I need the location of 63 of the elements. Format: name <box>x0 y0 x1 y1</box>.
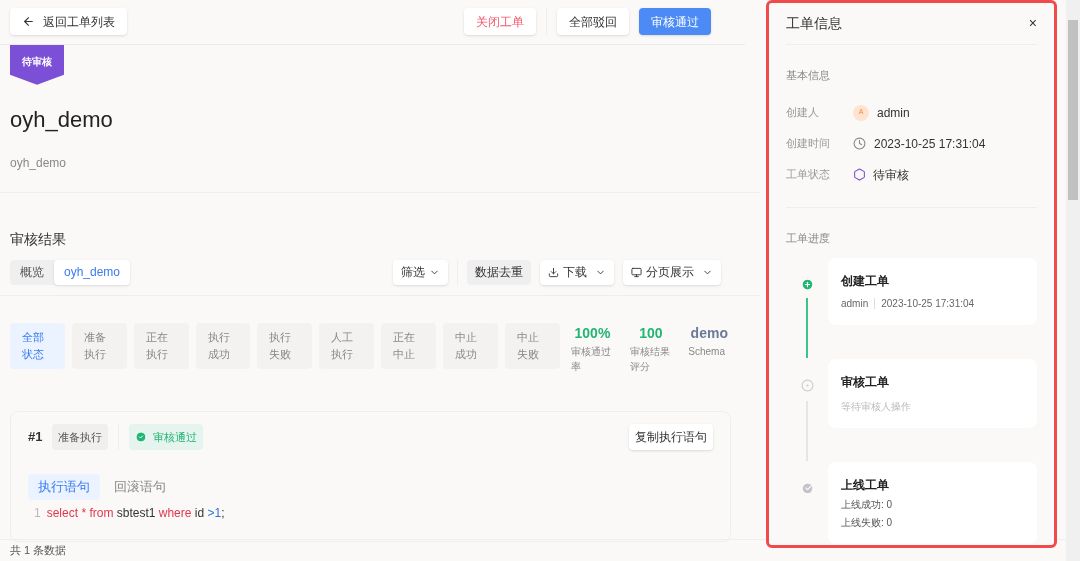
drawer-title: 工单信息 <box>786 14 843 33</box>
action-button[interactable]: 全部驳回 <box>557 8 629 36</box>
page-description: oyh_demo <box>10 154 67 172</box>
step-line: 上线成功: 0 <box>841 498 894 512</box>
line-number: 1 <box>34 504 41 522</box>
download-icon <box>548 266 559 278</box>
field-value: 待审核 <box>873 166 909 184</box>
stat-value: demo <box>690 323 728 343</box>
view-tab[interactable]: oyh_demo <box>54 259 131 285</box>
status-filter[interactable]: 人工执行 <box>319 322 375 369</box>
status-ribbon: 待审核 <box>10 44 64 85</box>
dedupe-button[interactable]: 数据去重 <box>467 259 531 285</box>
clock-icon <box>853 137 866 150</box>
field-label: 创建人 <box>786 105 820 121</box>
sql-tab[interactable]: 执行语句 <box>28 474 100 500</box>
field-label: 工单状态 <box>786 167 831 183</box>
page-title: oyh_demo <box>10 105 113 134</box>
back-arrow-icon <box>22 15 35 29</box>
monitor-icon <box>631 266 642 278</box>
status-filter[interactable]: 中止失败 <box>504 322 560 369</box>
step-line: 上线失败: 0 <box>841 516 894 530</box>
step-title: 创建工单 <box>841 273 890 290</box>
filter-dropdown[interactable]: 筛选 <box>393 259 448 285</box>
stat-value: 100% <box>574 323 611 343</box>
audit-status-tag: 审核通过 <box>129 423 204 451</box>
plus-icon <box>800 278 814 291</box>
view-tab[interactable]: 概览 <box>10 259 54 285</box>
field-value: 2023-10-25 17:31:04 <box>874 135 986 153</box>
status-filter[interactable]: 准备执行 <box>71 322 127 369</box>
check-circle-icon <box>135 430 148 443</box>
field-value: admin <box>877 104 910 122</box>
status-filter[interactable]: 执行失败 <box>257 322 313 369</box>
action-button[interactable]: 审核通过 <box>639 8 711 36</box>
status-filter[interactable]: 中止成功 <box>443 322 498 369</box>
action-button[interactable]: 关闭工单 <box>464 8 536 36</box>
stat-value: 100 <box>639 323 663 343</box>
stat-label: Schema <box>688 344 726 359</box>
stat-label: 审核通过率 <box>571 344 613 374</box>
status-filter[interactable]: 正在执行 <box>133 322 189 369</box>
code-line: select * from sbtest1 where id >1; <box>46 504 225 522</box>
step-meta: admin <box>841 297 869 311</box>
section-title: 审核结果 <box>10 229 67 249</box>
back-button[interactable]: 返回工单列表 <box>10 8 127 36</box>
check-icon <box>800 482 814 495</box>
field-label: 创建时间 <box>786 136 831 152</box>
total-count: 共 1 条数据 <box>10 543 67 559</box>
progress-title: 工单进度 <box>786 230 831 246</box>
stat-label: 审核结果评分 <box>629 344 671 374</box>
hexagon-icon <box>853 168 866 181</box>
status-filter[interactable]: 正在中止 <box>381 322 436 369</box>
close-button[interactable]: × <box>1028 13 1037 34</box>
status-filter[interactable]: 执行成功 <box>195 322 251 369</box>
status-filter[interactable]: 全部状态 <box>10 322 65 369</box>
basic-info-title: 基本信息 <box>786 68 831 83</box>
step-title: 上线工单 <box>841 477 890 494</box>
step-title: 审核工单 <box>841 374 890 391</box>
download-dropdown[interactable]: 下载 <box>540 259 614 285</box>
copy-button[interactable]: 复制执行语句 <box>629 423 713 450</box>
result-index: #1 <box>28 428 43 447</box>
paging-dropdown[interactable]: 分页展示 <box>623 259 721 285</box>
sql-tab[interactable]: 回滚语句 <box>104 474 176 500</box>
exec-status-tag: 准备执行 <box>52 423 109 451</box>
step-meta: 2023-10-25 17:31:04 <box>881 297 975 311</box>
